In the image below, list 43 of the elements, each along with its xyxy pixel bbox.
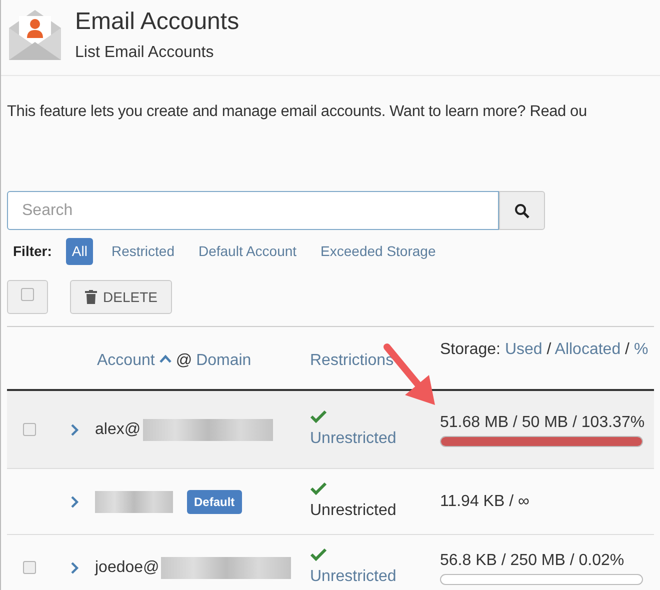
slash-separator: / — [546, 341, 552, 358]
search-icon — [514, 202, 530, 219]
used-column-header[interactable]: Used — [504, 341, 542, 358]
account-email: alex@ — [95, 420, 141, 440]
chevron-right-icon[interactable] — [70, 494, 79, 509]
select-all-checkbox[interactable] — [21, 288, 34, 302]
restrictions-column-header[interactable]: Restrictions — [310, 352, 394, 370]
allocated-column-header[interactable]: Allocated — [554, 341, 621, 358]
sort-ascending-icon[interactable] — [158, 354, 172, 364]
search-button[interactable] — [499, 191, 545, 230]
restriction-link[interactable]: Unrestricted — [310, 565, 440, 590]
trash-icon — [85, 290, 97, 304]
filter-label: Filter: — [13, 242, 52, 261]
account-email: joedoe@ — [95, 558, 160, 578]
slash-separator: / — [625, 341, 630, 358]
page-title: Email Accounts — [75, 7, 240, 37]
row-checkbox[interactable] — [22, 423, 36, 436]
search-field[interactable]: Search — [7, 191, 499, 230]
filter-option[interactable]: Restricted — [105, 238, 180, 265]
storage-column-label: Storage: — [440, 341, 502, 358]
checkmark-icon — [310, 410, 327, 424]
storage-usage: 11.94 KB / ∞ — [440, 492, 530, 512]
chevron-right-icon[interactable] — [70, 560, 79, 575]
chevron-right-icon[interactable] — [70, 422, 79, 437]
feature-description: This feature lets you create and manage email accounts. Want to learn more? Read ou — [6, 102, 588, 122]
filter-option[interactable]: All — [66, 238, 94, 265]
storage-usage: 51.68 MB / 50 MB / 103.37% — [440, 413, 646, 434]
at-sign-label: @ — [176, 351, 192, 372]
page-subtitle: List Email Accounts — [75, 43, 215, 63]
account-row[interactable]: alex@ Unrestricted 51.68 MB / 50 MB / 103.37% — [7, 391, 654, 470]
storage-usage: 56.8 KB / 250 MB / 0.02% — [440, 551, 626, 572]
restriction-link[interactable]: Unrestricted — [310, 427, 440, 452]
domain-column-header[interactable]: Domain — [196, 349, 252, 374]
filter-option[interactable]: Exceeded Storage — [314, 238, 442, 265]
percent-column-header[interactable]: % — [634, 341, 648, 358]
default-badge: Default — [187, 490, 242, 514]
checkmark-icon — [310, 548, 327, 562]
delete-button[interactable]: DELETE — [70, 280, 172, 314]
row-checkbox[interactable] — [22, 561, 36, 574]
checkmark-icon — [310, 482, 327, 496]
filter-option[interactable]: Default Account — [192, 238, 303, 265]
restriction-status: Unrestricted — [310, 501, 398, 522]
account-column-header[interactable]: Account — [97, 349, 155, 374]
